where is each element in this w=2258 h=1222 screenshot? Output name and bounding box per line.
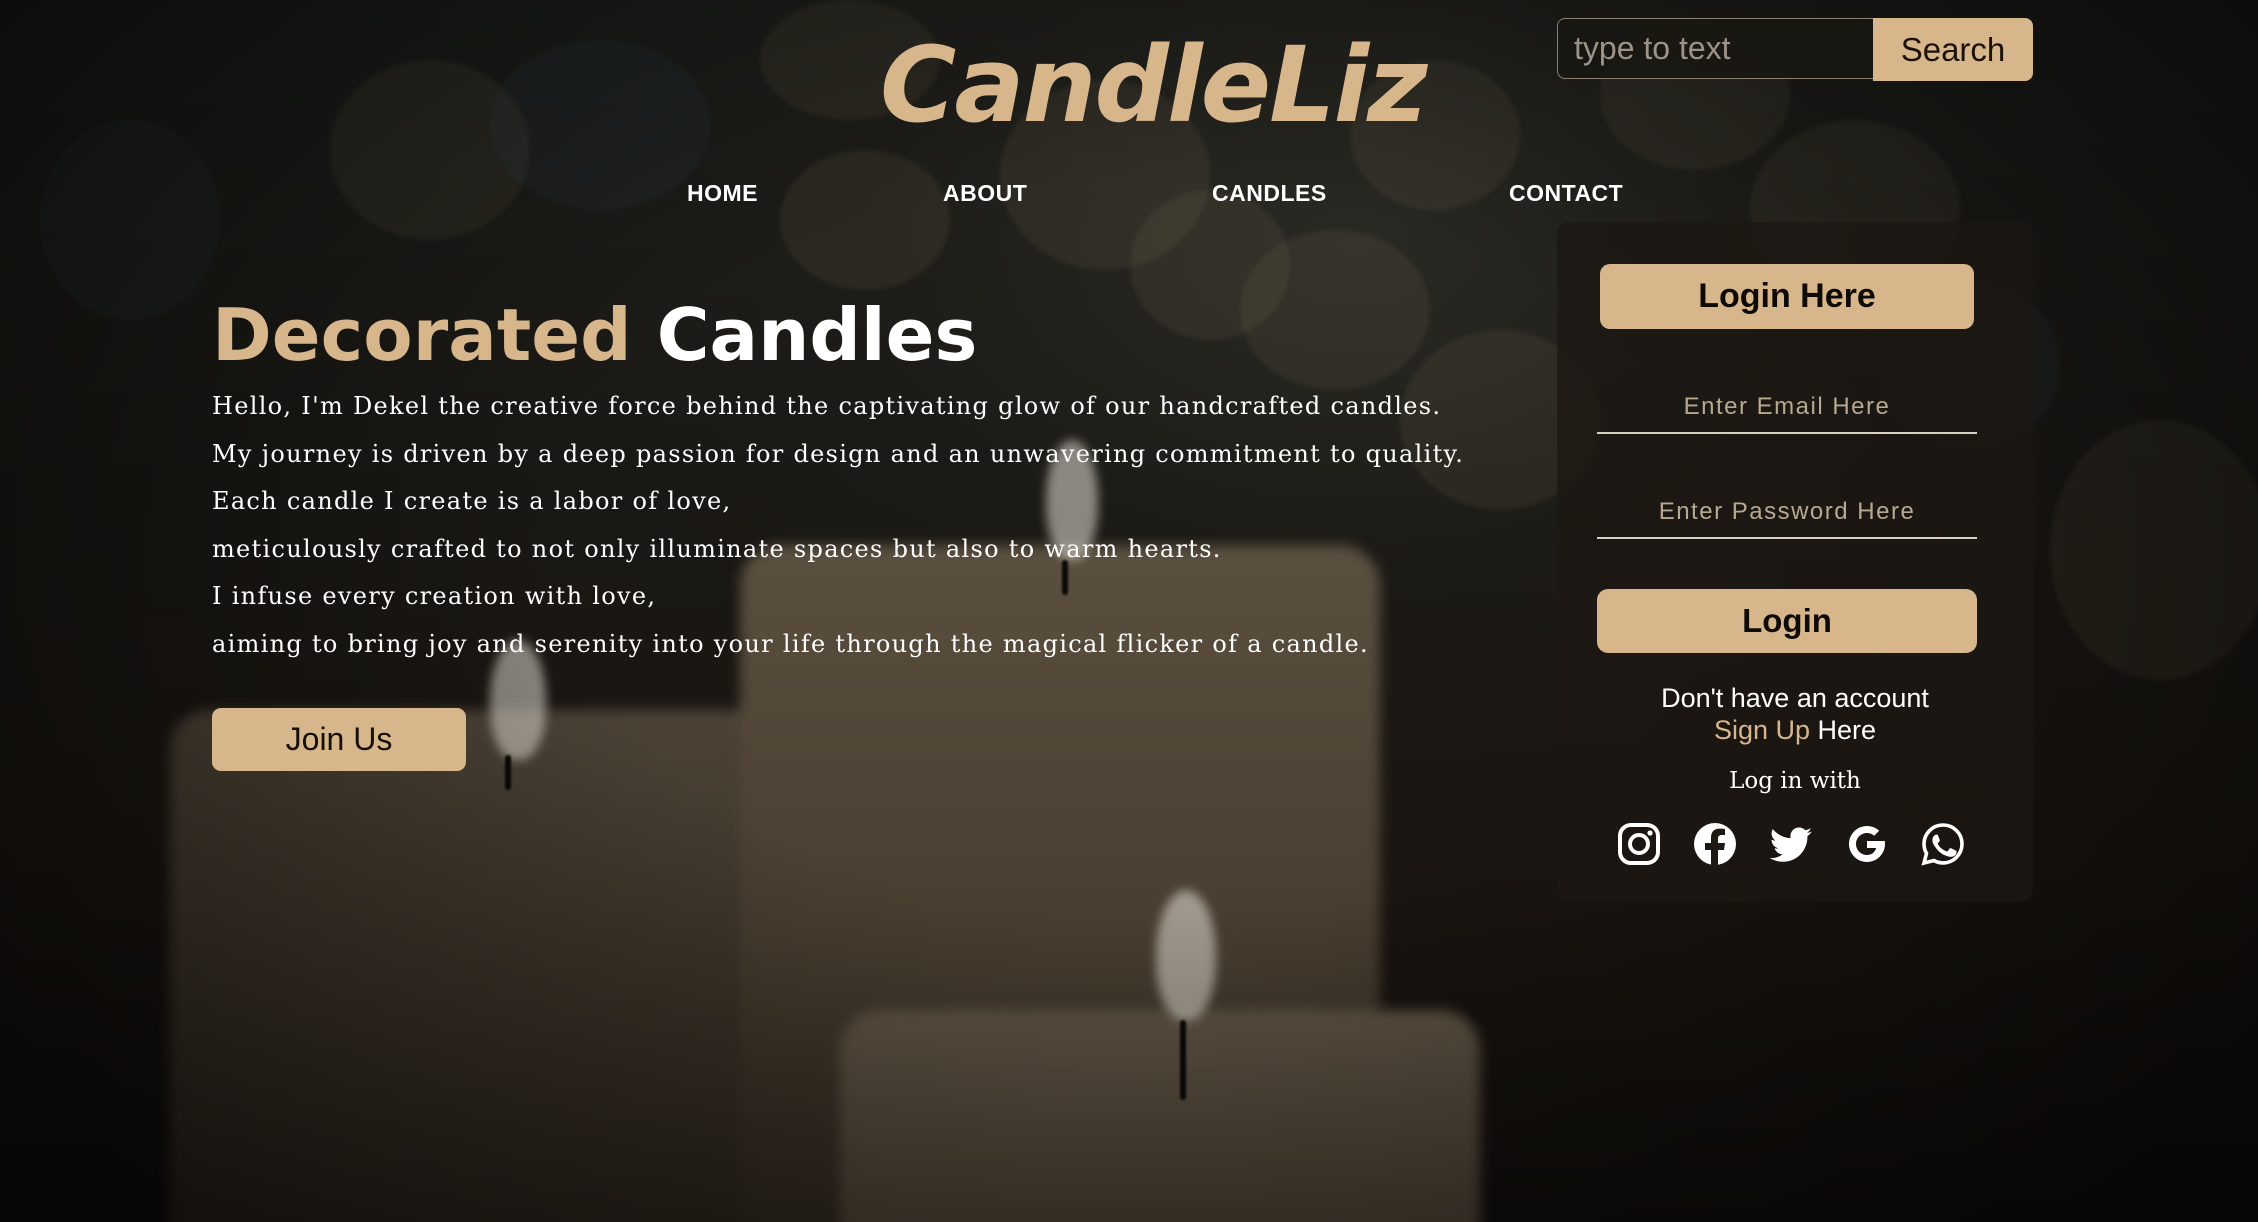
hero-paragraph: aiming to bring joy and serenity into yo…: [212, 629, 1369, 658]
search-bar: Search: [1557, 18, 2033, 81]
login-here-button[interactable]: Login Here: [1600, 264, 1974, 329]
google-icon[interactable]: [1843, 820, 1891, 868]
hero-description: Hello, I'm Dekel the creative force behi…: [212, 388, 1465, 673]
hero-paragraph: Hello, I'm Dekel the creative force behi…: [212, 392, 1442, 420]
main-nav: HOME ABOUT CANDLES CONTACT: [0, 180, 2258, 220]
whatsapp-icon[interactable]: [1919, 820, 1967, 868]
log-in-with-label: Log in with: [1729, 768, 1861, 794]
nav-about[interactable]: ABOUT: [943, 180, 1027, 207]
search-input[interactable]: [1557, 18, 1873, 79]
password-field[interactable]: [1597, 487, 1977, 539]
hero-paragraph: Each candle I create is a labor of love,: [212, 487, 732, 515]
signup-link[interactable]: Sign Up: [1714, 715, 1810, 745]
social-login-icons: [1615, 820, 1985, 868]
hero-title-word1: Decorated: [212, 293, 632, 377]
login-panel: Login Here Login Don't have an account S…: [1557, 222, 2033, 902]
hero-paragraph: My journey is driven by a deep passion f…: [212, 439, 1465, 468]
no-account-text: Don't have an account: [1661, 683, 1929, 713]
facebook-icon[interactable]: [1691, 820, 1739, 868]
hero-paragraph: I infuse every creation with love,: [212, 582, 657, 610]
signup-suffix: Here: [1810, 715, 1877, 745]
search-button[interactable]: Search: [1873, 18, 2033, 81]
twitter-icon[interactable]: [1767, 820, 1815, 868]
hero-title: Decorated Candles: [212, 290, 977, 380]
join-us-button[interactable]: Join Us: [212, 708, 466, 771]
nav-home[interactable]: HOME: [687, 180, 758, 207]
instagram-icon[interactable]: [1615, 820, 1663, 868]
signup-prompt: Don't have an account Sign Up Here: [1557, 682, 2033, 746]
login-button[interactable]: Login: [1597, 589, 1977, 653]
email-field[interactable]: [1597, 382, 1977, 434]
nav-candles[interactable]: CANDLES: [1212, 180, 1327, 207]
site-logo[interactable]: CandleLiz: [880, 20, 1428, 150]
hero-title-word2: Candles: [656, 293, 978, 377]
hero-paragraph: meticulously crafted to not only illumin…: [212, 534, 1222, 563]
nav-contact[interactable]: CONTACT: [1509, 180, 1623, 207]
